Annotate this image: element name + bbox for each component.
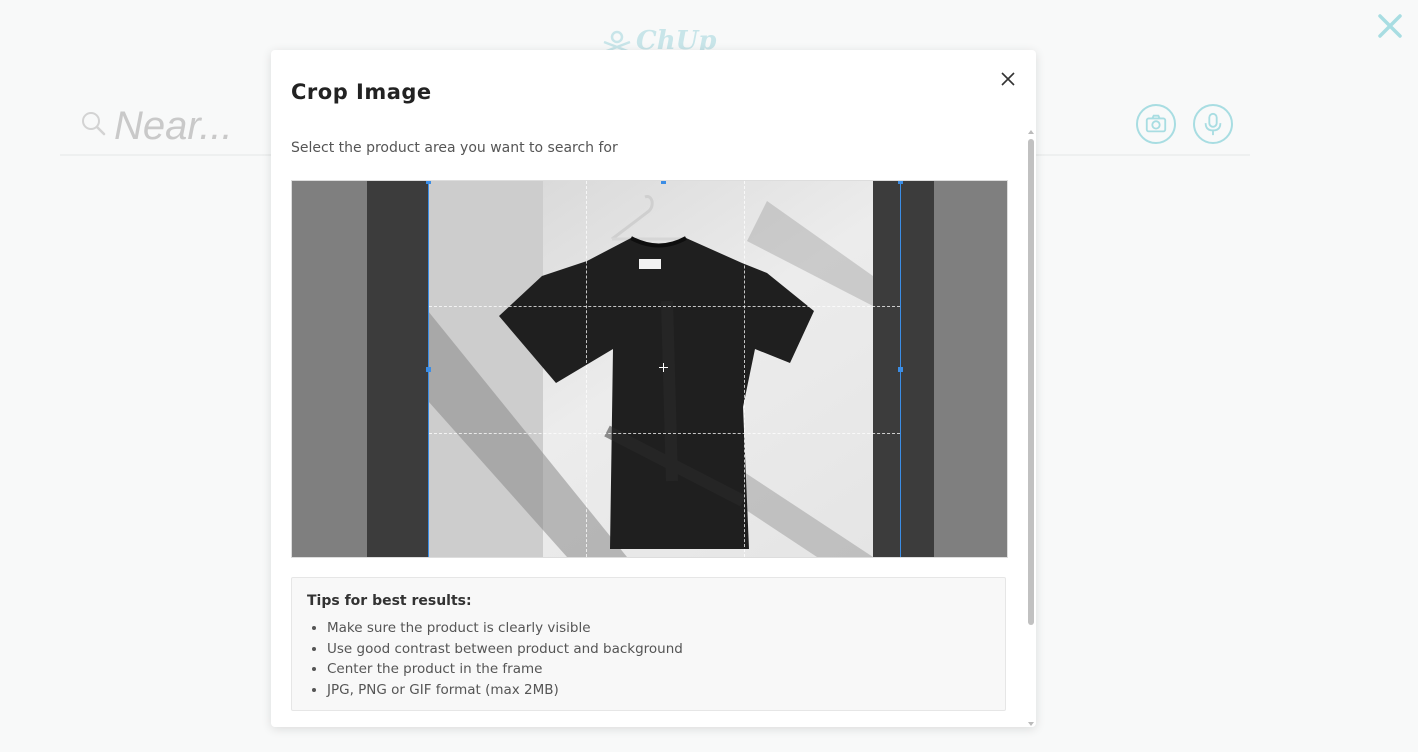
tip-item: Make sure the product is clearly visible <box>327 618 683 639</box>
crop-selection-box[interactable] <box>426 181 903 557</box>
crop-grid-line <box>744 181 745 557</box>
crop-grid-line <box>429 306 900 307</box>
close-icon[interactable] <box>1372 8 1408 44</box>
crop-handle-top[interactable] <box>661 181 666 184</box>
crop-grid-line <box>586 181 587 557</box>
microphone-icon <box>1204 112 1222 136</box>
crop-handle-left[interactable] <box>426 367 431 372</box>
modal-subtitle: Select the product area you want to sear… <box>291 140 618 156</box>
crop-handle-top-right[interactable] <box>898 181 903 184</box>
scrollbar-thumb[interactable] <box>1028 139 1034 625</box>
crop-area[interactable] <box>291 180 1008 558</box>
close-icon[interactable] <box>997 68 1019 90</box>
tip-item: JPG, PNG or GIF format (max 2MB) <box>327 680 683 701</box>
tip-item: Use good contrast between product and ba… <box>327 639 683 660</box>
crop-handle-right[interactable] <box>898 367 903 372</box>
camera-button[interactable] <box>1136 104 1176 144</box>
crop-grid-line <box>429 433 900 434</box>
crop-center-marker <box>659 363 668 372</box>
modal-title: Crop Image <box>291 80 432 104</box>
modal-scrollbar[interactable] <box>1027 130 1035 726</box>
scroll-up-arrow[interactable] <box>1028 130 1034 134</box>
tips-list: Make sure the product is clearly visible… <box>307 618 683 700</box>
tips-panel: Tips for best results: Make sure the pro… <box>291 577 1006 711</box>
crop-handle-top-left[interactable] <box>426 181 431 184</box>
camera-icon <box>1145 114 1167 133</box>
crop-image-modal: Crop Image Select the product area you w… <box>271 50 1036 727</box>
microphone-button[interactable] <box>1193 104 1233 144</box>
tip-item: Center the product in the frame <box>327 659 683 680</box>
tips-title: Tips for best results: <box>307 593 472 609</box>
search-icon <box>80 110 106 136</box>
scroll-down-arrow[interactable] <box>1028 722 1034 726</box>
